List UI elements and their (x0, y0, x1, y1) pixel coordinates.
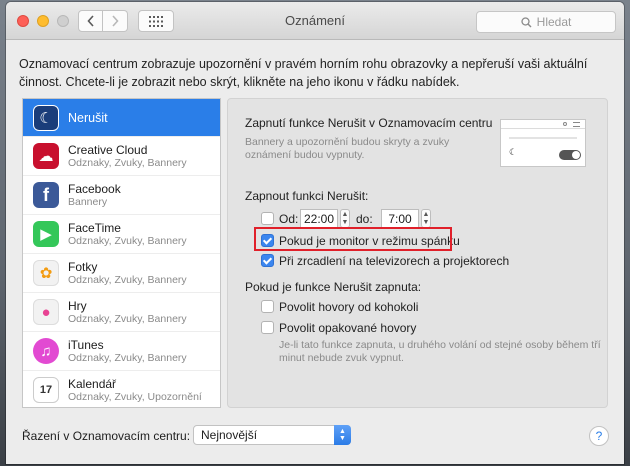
sort-value: Nejnovější (201, 428, 258, 442)
repeat-calls-desc-2: minut nebude zvuk vypnut. (279, 352, 404, 364)
popup-arrows-icon: ▲ ▼ (334, 425, 351, 445)
preview-search-icon (563, 122, 567, 126)
app-list-item[interactable]: f Facebook Bannery (23, 176, 220, 215)
notification-center-preview: ☾ (500, 119, 586, 167)
facebook-icon: f (33, 182, 59, 208)
preview-toggle (559, 150, 581, 160)
from-label: Od: (279, 212, 299, 226)
preferences-window: Oznámení Hledat Oznamovací centrum zobra… (6, 2, 624, 464)
moon-icon: ☾ (509, 147, 518, 157)
calendar-icon: 17 (33, 377, 59, 403)
sort-label: Řazení v Oznamovacím centru: (22, 429, 191, 443)
app-list[interactable]: ☾ Nerušit ☁ Creative Cloud Odznaky, Zvuky, B… (22, 98, 221, 408)
to-label: do: (356, 212, 373, 226)
mirroring-label: Při zrcadlení na televizorech a projekto… (279, 254, 510, 268)
app-name: Creative Cloud (68, 142, 148, 157)
photos-icon: ✿ (33, 260, 59, 286)
when-on-label: Pokud je funkce Nerušit zapnuta: (245, 280, 422, 294)
repeat-calls-desc-1: Je-li tato funkce zapnuta, u druhého vol… (279, 339, 601, 351)
app-name: FaceTime (68, 220, 121, 235)
app-alert-types: Odznaky, Zvuky, Bannery (68, 351, 187, 364)
app-alert-types: Odznaky, Zvuky, Bannery (68, 234, 187, 247)
panel-heading-desc-1: Bannery a upozornění budou skryty a zvuk… (245, 136, 450, 148)
app-name: Hry (68, 298, 87, 313)
app-alert-types: Bannery (68, 195, 108, 208)
creative-cloud-icon: ☁ (33, 143, 59, 169)
to-time-field[interactable]: 7:00 (381, 209, 419, 228)
sort-popup[interactable]: Nejnovější ▲ ▼ (193, 425, 351, 445)
facetime-icon: ▶ (33, 221, 59, 247)
preview-list-icon (573, 122, 580, 127)
search-field[interactable]: Hledat (476, 11, 616, 33)
highlight-box (254, 227, 452, 251)
game-center-icon: ● (33, 299, 59, 325)
moon-icon: ☾ (33, 104, 59, 131)
app-list-item[interactable]: ● Hry Odznaky, Zvuky, Bannery (23, 293, 220, 332)
app-name: Facebook (68, 181, 121, 196)
from-time-field[interactable]: 22:00 (300, 209, 338, 228)
app-alert-types: Odznaky, Zvuky, Bannery (68, 156, 187, 169)
app-list-item[interactable]: 17 Kalendář Odznaky, Zvuky, Upozornění (23, 371, 220, 407)
search-placeholder: Hledat (536, 15, 572, 29)
panel-heading: Zapnutí funkce Nerušit v Oznamovacím cen… (245, 116, 493, 130)
app-list-item[interactable]: ☾ Nerušit (23, 99, 220, 137)
turn-on-label: Zapnout funkci Nerušit: (245, 189, 369, 203)
to-time-stepper[interactable]: ▲ ▼ (421, 209, 431, 228)
app-name: Nerušit (68, 110, 108, 125)
preview-line (509, 137, 577, 139)
from-time-stepper[interactable]: ▲ ▼ (340, 209, 350, 228)
mirroring-checkbox[interactable] (261, 254, 274, 267)
allow-calls-label: Povolit hovory od kohokoli (279, 300, 419, 314)
app-list-item[interactable]: ☁ Creative Cloud Odznaky, Zvuky, Bannery (23, 137, 220, 176)
help-button[interactable]: ? (589, 426, 609, 446)
app-list-item[interactable]: ♫ iTunes Odznaky, Zvuky, Bannery (23, 332, 220, 371)
title-bar: Oznámení Hledat (6, 2, 624, 40)
allow-calls-checkbox[interactable] (261, 300, 274, 313)
app-name: iTunes (68, 337, 104, 352)
search-icon (521, 16, 532, 27)
itunes-icon: ♫ (33, 338, 59, 364)
app-alert-types: Odznaky, Zvuky, Bannery (68, 273, 187, 286)
repeat-calls-label: Povolit opakované hovory (279, 321, 417, 335)
app-list-item[interactable]: ✿ Fotky Odznaky, Zvuky, Bannery (23, 254, 220, 293)
app-alert-types: Odznaky, Zvuky, Bannery (68, 312, 187, 325)
intro-text: Oznamovací centrum zobrazuje upozornění … (19, 57, 588, 89)
app-name: Fotky (68, 259, 98, 274)
panel-heading-desc-2: oznámení budou vypnuty. (245, 149, 365, 161)
schedule-checkbox[interactable] (261, 212, 274, 225)
repeat-calls-checkbox[interactable] (261, 321, 274, 334)
do-not-disturb-panel: Zapnutí funkce Nerušit v Oznamovacím cen… (227, 98, 608, 408)
app-name: Kalendář (68, 376, 117, 391)
app-list-item[interactable]: ▶ FaceTime Odznaky, Zvuky, Bannery (23, 215, 220, 254)
app-alert-types: Odznaky, Zvuky, Upozornění (68, 390, 202, 403)
